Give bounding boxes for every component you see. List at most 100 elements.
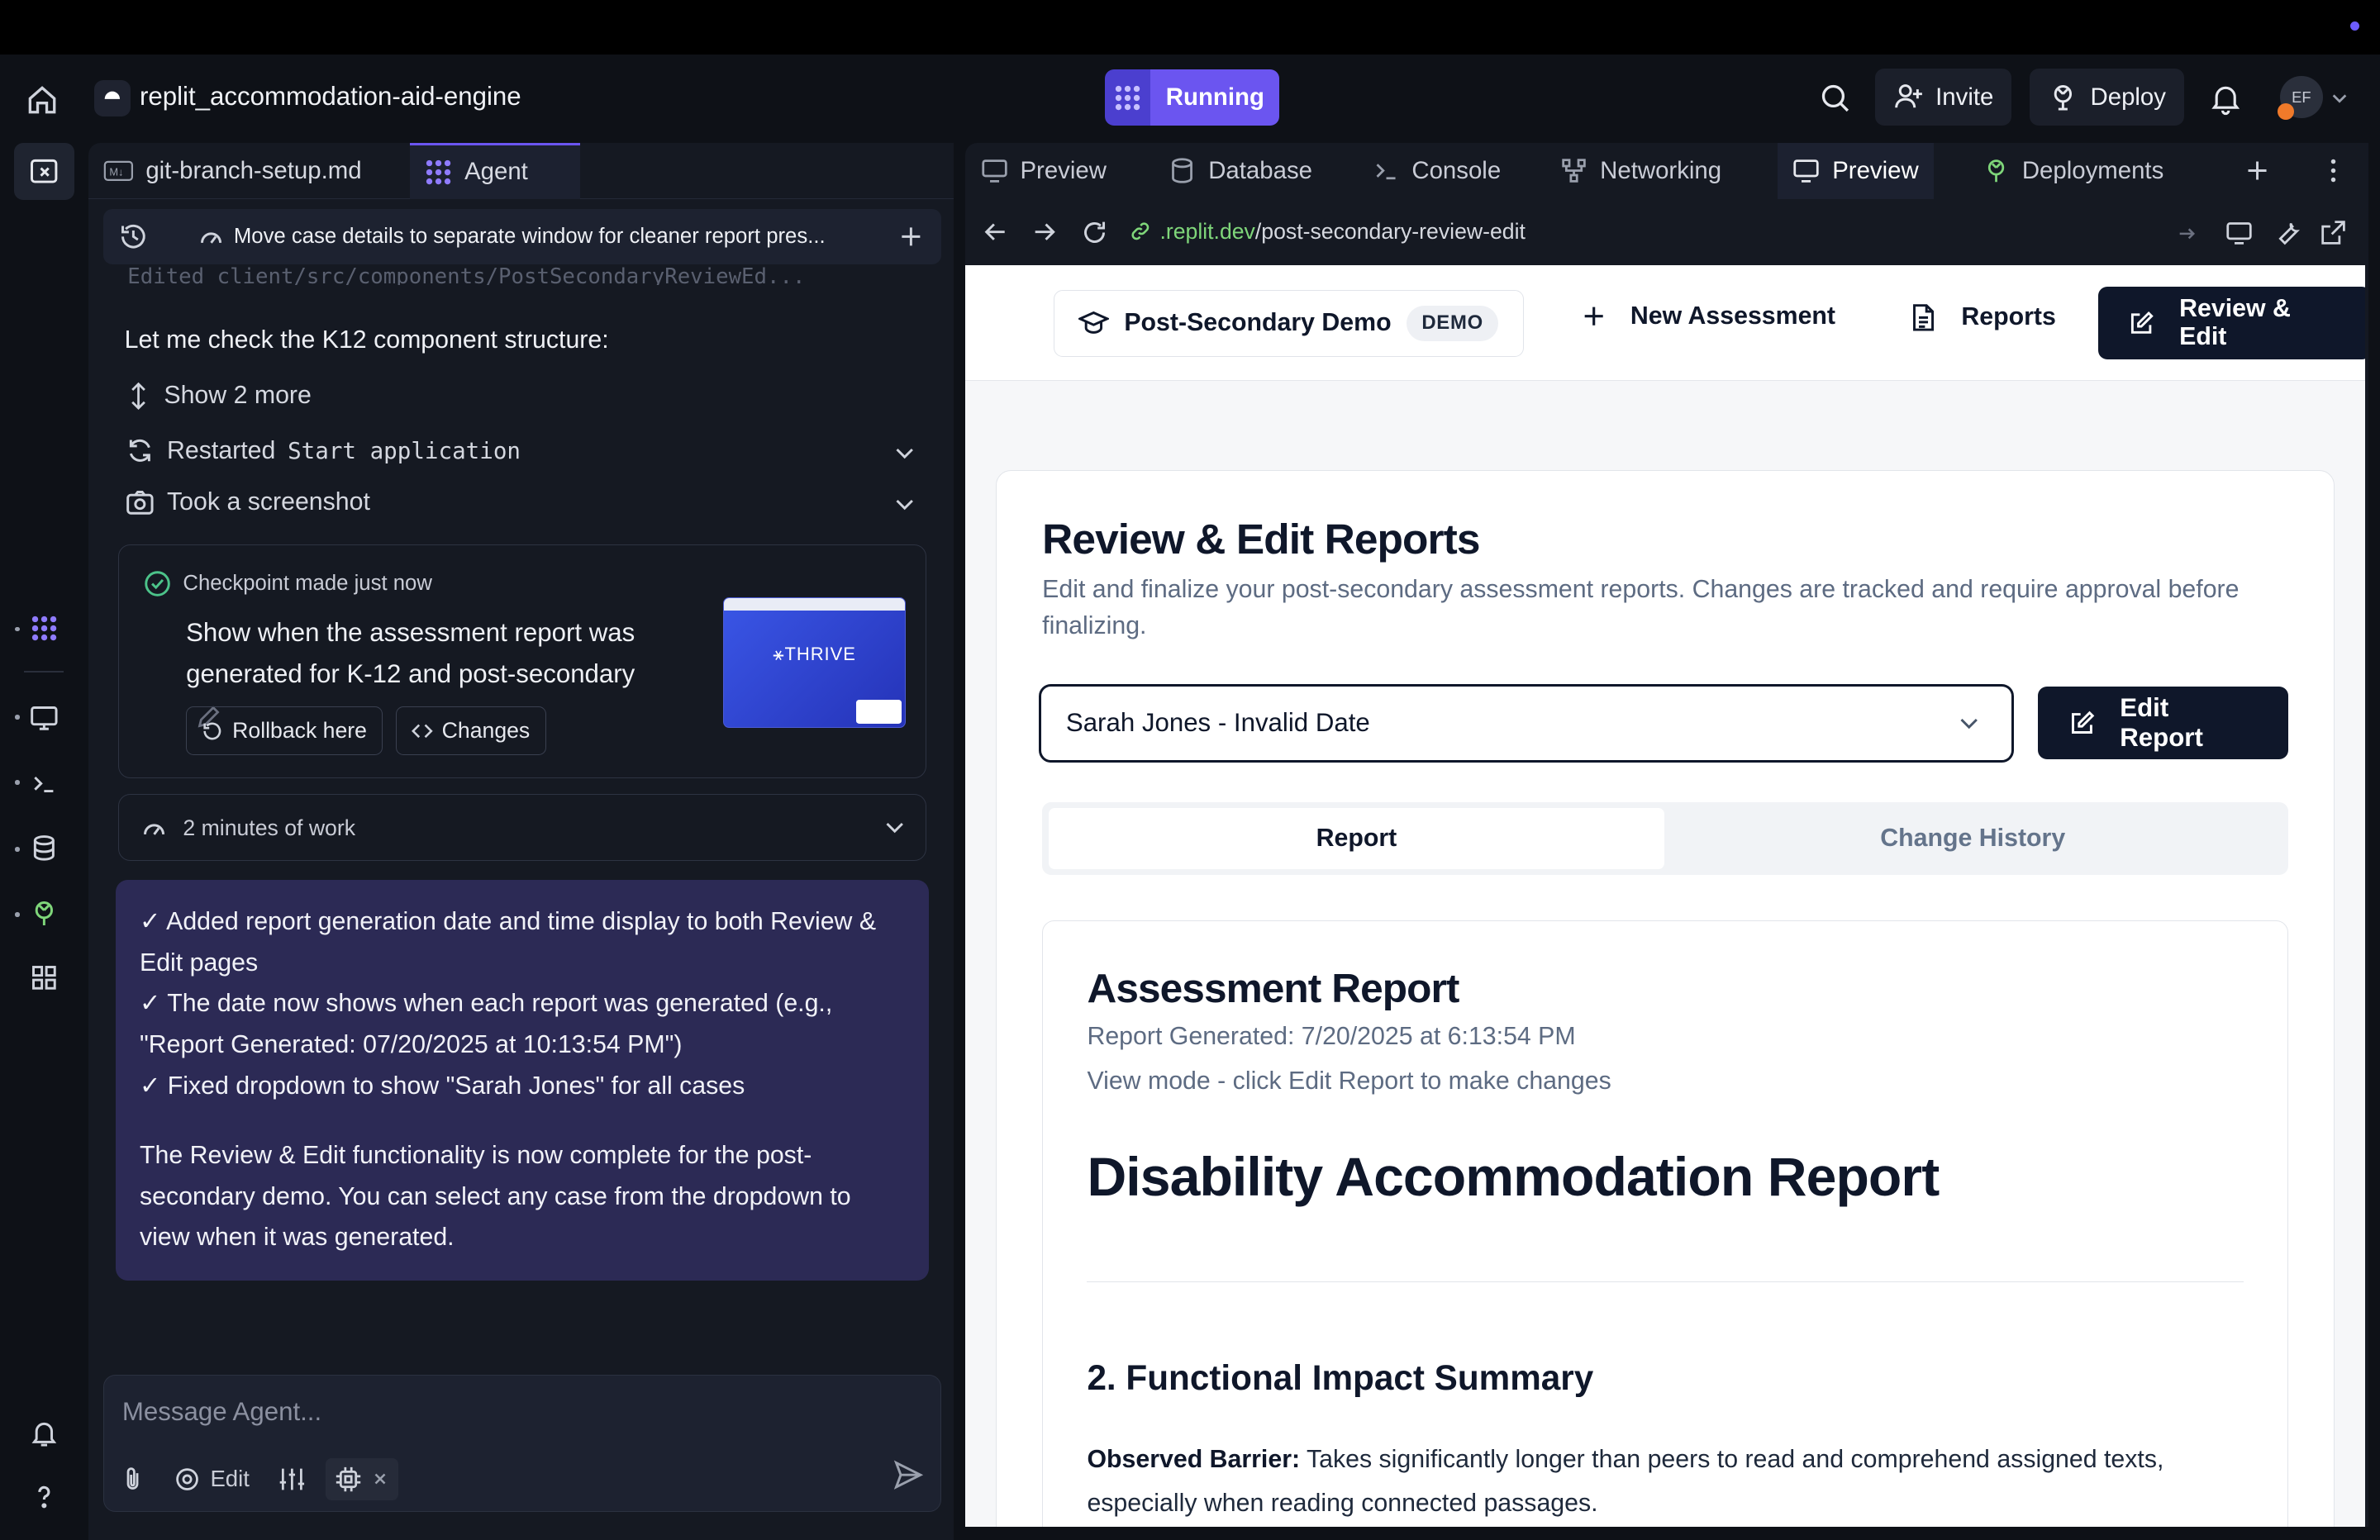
rollback-icon bbox=[203, 722, 221, 740]
changes-button[interactable]: Changes bbox=[395, 706, 546, 755]
history-icon[interactable] bbox=[118, 221, 149, 252]
work-summary-bar[interactable]: 2 minutes of work bbox=[118, 793, 926, 861]
search-icon[interactable] bbox=[1819, 82, 1852, 115]
edit-square-icon bbox=[2071, 711, 2095, 734]
device-icon[interactable] bbox=[2225, 219, 2253, 246]
message-input[interactable]: Message Agent... bbox=[122, 1397, 321, 1427]
edit-mode-button[interactable]: Edit bbox=[164, 1458, 259, 1500]
chevron-down-icon bbox=[1960, 718, 1978, 730]
terminal-icon[interactable] bbox=[24, 763, 64, 803]
tab-label: Deployments bbox=[2021, 156, 2164, 184]
repl-logo-icon bbox=[93, 80, 131, 117]
tab-preview[interactable]: Preview bbox=[965, 143, 1121, 199]
rollback-button[interactable]: Rollback here bbox=[186, 706, 383, 755]
edit-report-button[interactable]: Edit Report bbox=[2038, 687, 2289, 760]
add-tab-icon[interactable] bbox=[2229, 143, 2287, 199]
attach-icon[interactable] bbox=[119, 1466, 146, 1493]
new-thread-icon[interactable] bbox=[896, 221, 926, 252]
speed-icon bbox=[200, 232, 221, 244]
monitor-icon[interactable] bbox=[24, 698, 64, 738]
alert-bell-icon[interactable] bbox=[24, 1413, 64, 1452]
tab-database[interactable]: Database bbox=[1154, 143, 1327, 199]
reports-label: Reports bbox=[1961, 302, 2056, 330]
check-circle-icon bbox=[144, 571, 170, 597]
tab-agent[interactable]: Agent bbox=[409, 142, 580, 199]
chip-icon bbox=[336, 1466, 360, 1491]
tab-label: Preview bbox=[1020, 156, 1107, 184]
brand-demo-button[interactable]: Post-Secondary Demo DEMO bbox=[1053, 289, 1524, 357]
screenshot-row[interactable]: Took a screenshot bbox=[125, 487, 370, 518]
chevron-down-icon[interactable] bbox=[883, 815, 907, 839]
work-label: 2 minutes of work bbox=[183, 815, 356, 840]
message-composer[interactable]: Message Agent... Edit bbox=[102, 1375, 941, 1512]
chevron-down-icon[interactable] bbox=[2330, 89, 2349, 107]
tab-change-history[interactable]: Change History bbox=[1664, 808, 2281, 868]
checkpoint-thumbnail[interactable]: ⚹THRIVE bbox=[723, 597, 906, 728]
agent-icon bbox=[1105, 69, 1151, 126]
bell-icon[interactable] bbox=[2209, 82, 2242, 116]
camera-icon bbox=[126, 490, 154, 515]
tab-preview-active[interactable]: Preview bbox=[1778, 142, 1935, 199]
repl-name[interactable]: replit_accommodation-aid-engine bbox=[140, 82, 521, 112]
invite-button[interactable]: Invite bbox=[1874, 68, 2012, 126]
case-select-value: Sarah Jones - Invalid Date bbox=[1065, 708, 1370, 738]
thumb-logo: ⚹THRIVE bbox=[773, 644, 856, 665]
sliders-icon[interactable] bbox=[277, 1466, 307, 1493]
edit-label: Edit bbox=[210, 1466, 250, 1492]
go-arrow-icon[interactable] bbox=[2177, 223, 2198, 245]
checkpoint-header: Checkpoint made just now bbox=[144, 570, 432, 597]
run-control[interactable]: Running bbox=[1105, 69, 1280, 126]
run-button[interactable]: Running bbox=[1150, 69, 1280, 126]
monitor-icon bbox=[1793, 159, 1820, 183]
open-external-icon[interactable] bbox=[2320, 219, 2347, 246]
case-select[interactable]: Sarah Jones - Invalid Date bbox=[1039, 683, 2014, 763]
deploy-icon bbox=[2054, 85, 2073, 111]
tab-console[interactable]: Console bbox=[1357, 143, 1516, 199]
markdown-icon: M↓ bbox=[103, 160, 133, 181]
summary-line: ✓ The date now shows when each report wa… bbox=[139, 990, 833, 1058]
url-path: /post-secondary-review-edit bbox=[1254, 218, 1526, 244]
target-icon bbox=[176, 1467, 199, 1490]
files-icon[interactable] bbox=[24, 152, 64, 192]
tab-git-branch-setup[interactable]: M↓ git-branch-setup.md bbox=[88, 143, 410, 199]
forward-arrow-icon[interactable] bbox=[1032, 220, 1056, 244]
restarted-row[interactable]: Restarted Start application bbox=[125, 435, 521, 466]
plus-icon bbox=[1584, 307, 1603, 326]
grid-icon[interactable] bbox=[24, 958, 64, 997]
review-edit-link[interactable]: Review & Edit bbox=[2097, 287, 2366, 360]
tab-networking[interactable]: Networking bbox=[1545, 143, 1736, 199]
show-more-button[interactable]: Show 2 more bbox=[125, 381, 312, 411]
chevron-down-icon[interactable] bbox=[892, 440, 916, 464]
thumb-card bbox=[856, 699, 902, 725]
deploy-label: Deploy bbox=[2090, 83, 2166, 111]
left-tab-bar: M↓ git-branch-setup.md Agent bbox=[88, 142, 954, 199]
composer-toolbar: Edit bbox=[119, 1457, 398, 1500]
close-icon[interactable] bbox=[371, 1470, 389, 1488]
rail-dot bbox=[15, 626, 20, 632]
agent-summary-message: ✓ Added report generation date and time … bbox=[115, 880, 930, 1281]
deploy-icon[interactable] bbox=[24, 894, 64, 934]
right-tab-bar: Preview Database Console Networking Prev… bbox=[965, 142, 2368, 199]
reload-icon[interactable] bbox=[1081, 219, 1108, 246]
wrench-icon[interactable] bbox=[2274, 219, 2301, 246]
database-icon bbox=[1172, 158, 1193, 183]
url-text[interactable]: .replit.dev/post-secondary-review-edit bbox=[1130, 219, 1526, 245]
send-icon[interactable] bbox=[892, 1458, 925, 1491]
help-icon[interactable] bbox=[24, 1476, 64, 1516]
summary-line: ✓ Fixed dropdown to show "Sarah Jones" f… bbox=[139, 1072, 745, 1100]
home-icon[interactable] bbox=[24, 82, 60, 118]
chevron-down-icon[interactable] bbox=[892, 492, 916, 516]
assessment-report: Assessment Report Report Generated: 7/20… bbox=[1042, 920, 2289, 1528]
tab-deployments[interactable]: Deployments bbox=[1968, 143, 2179, 199]
chip-toggle[interactable] bbox=[325, 1457, 398, 1500]
add-user-icon bbox=[1894, 84, 1922, 108]
back-arrow-icon[interactable] bbox=[983, 220, 1007, 244]
reports-link[interactable]: Reports bbox=[1910, 302, 2056, 333]
tab-report[interactable]: Report bbox=[1048, 808, 1665, 869]
deploy-button[interactable]: Deploy bbox=[2030, 68, 2184, 126]
agent-icon[interactable] bbox=[24, 609, 64, 649]
database-icon[interactable] bbox=[24, 829, 64, 868]
new-assessment-link[interactable]: New Assessment bbox=[1582, 302, 1835, 330]
thread-bar[interactable]: Move case details to separate window for… bbox=[102, 209, 941, 264]
more-icon[interactable] bbox=[2314, 143, 2354, 199]
